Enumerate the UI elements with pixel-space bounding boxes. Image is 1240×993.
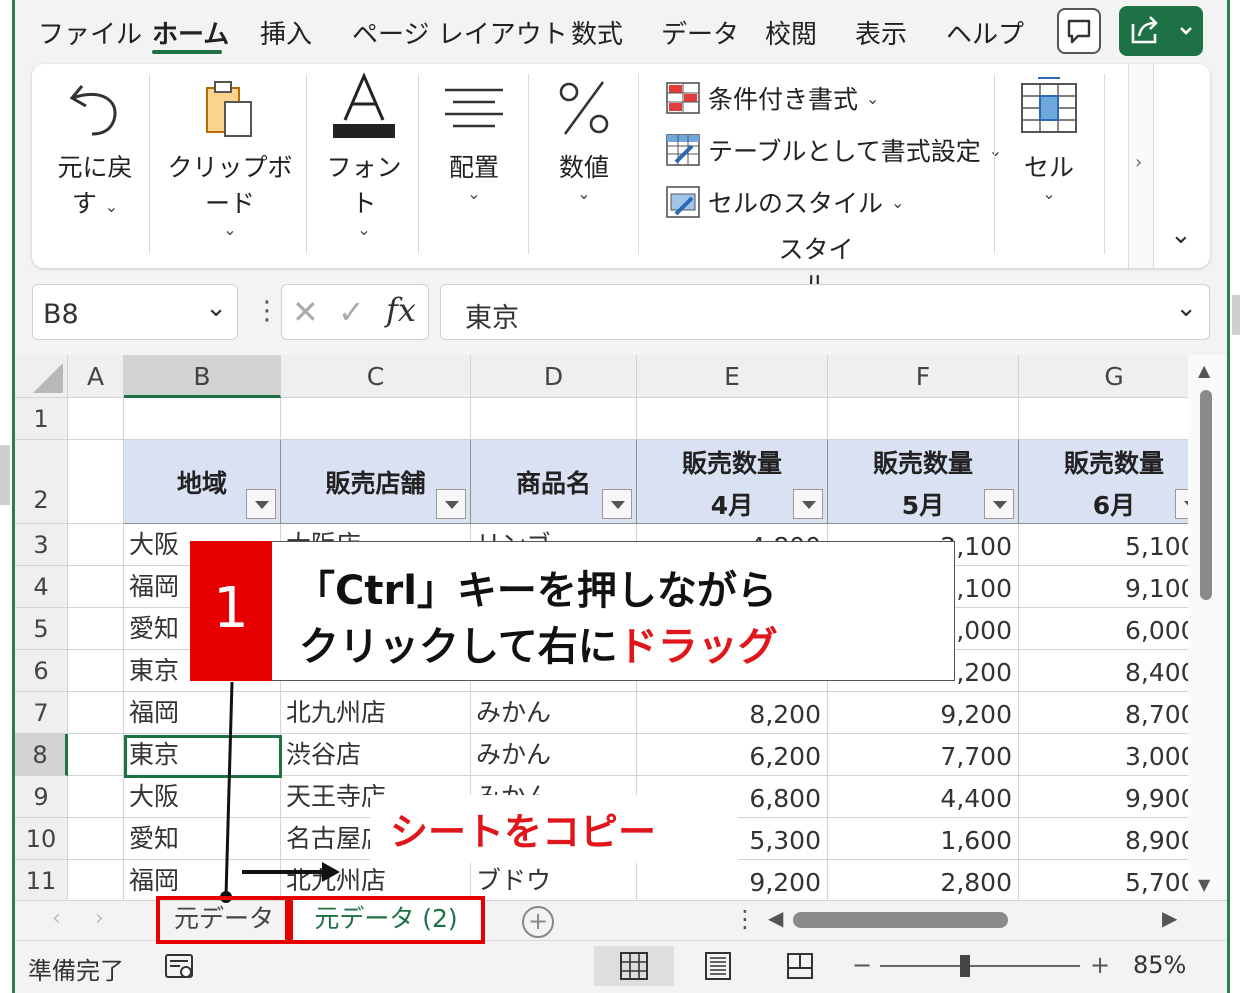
copy-sheet-text: シートをコピー [390, 810, 657, 854]
copy-sheet-callout: シートをコピー [370, 795, 738, 863]
highlight-copied-tab [289, 896, 485, 944]
highlight-original-tab [156, 896, 289, 944]
